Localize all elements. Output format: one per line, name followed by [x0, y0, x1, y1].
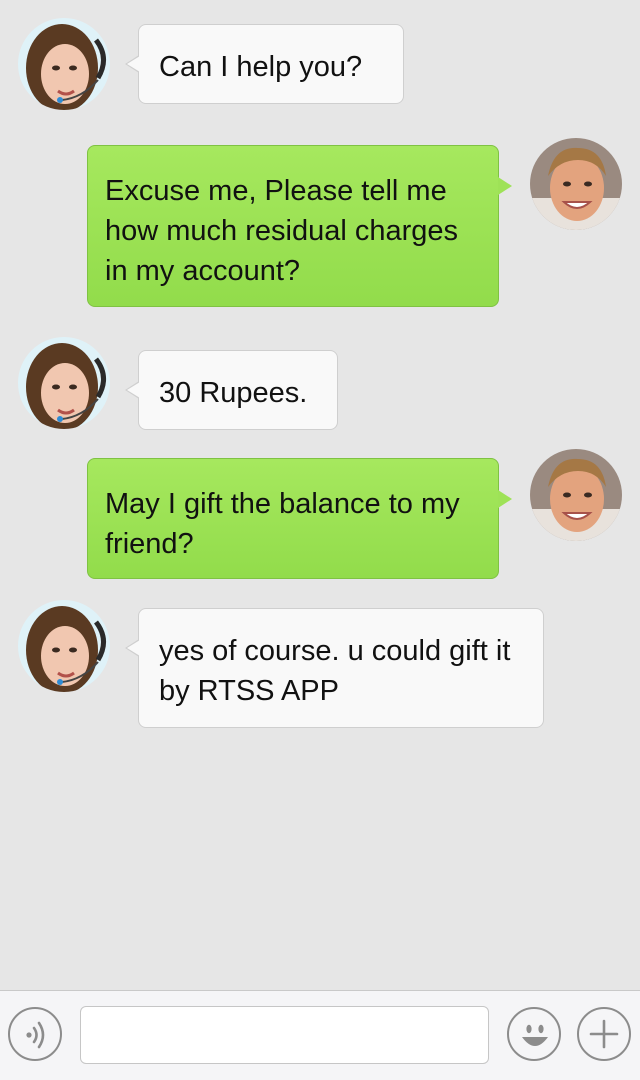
user-avatar-image [530, 138, 622, 230]
message-text: yes of course. u could gift it by RTSS A… [159, 635, 511, 707]
chat-area: Can I help you? Excuse me, Please tell m… [0, 0, 640, 990]
agent-avatar[interactable] [18, 600, 110, 692]
agent-avatar-image [18, 18, 110, 110]
add-button[interactable] [577, 1007, 631, 1061]
message-text: 30 Rupees. [159, 377, 308, 409]
voice-icon [26, 1021, 45, 1049]
message-bubble-user: May I gift the balance to my friend? [87, 458, 512, 579]
agent-avatar-image [18, 600, 110, 692]
message-input[interactable] [80, 1006, 489, 1064]
agent-avatar-image [18, 337, 110, 429]
voice-button[interactable] [8, 1007, 62, 1061]
agent-avatar[interactable] [18, 337, 110, 429]
agent-avatar[interactable] [18, 18, 110, 110]
emoji-icon [522, 1024, 548, 1046]
user-avatar[interactable] [530, 449, 622, 541]
message-text: Can I help you? [159, 51, 363, 83]
message-bubble-user: Excuse me, Please tell me how much resid… [87, 145, 512, 307]
plus-icon [589, 1019, 619, 1049]
message-bubble-agent: yes of course. u could gift it by RTSS A… [125, 608, 544, 728]
message-bubble-agent: 30 Rupees. [125, 350, 338, 430]
message-text: May I gift the balance to my friend? [105, 488, 460, 560]
message-text: Excuse me, Please tell me how much resid… [105, 175, 459, 287]
user-avatar[interactable] [530, 138, 622, 230]
emoji-button[interactable] [507, 1007, 561, 1061]
user-avatar-image [530, 449, 622, 541]
input-bar [0, 990, 640, 1080]
message-bubble-agent: Can I help you? [125, 24, 404, 104]
